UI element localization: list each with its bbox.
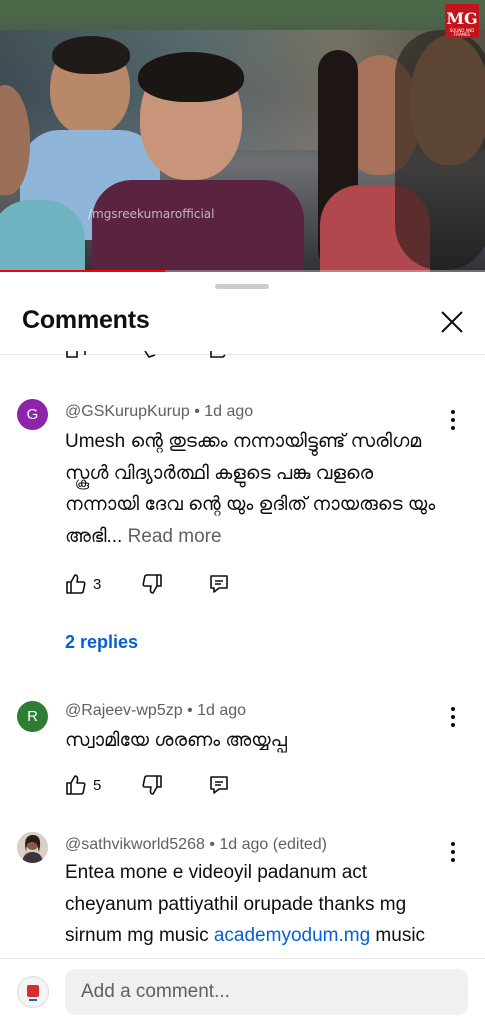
comment-meta: @Rajeev-wp5zp • 1d ago — [65, 702, 246, 720]
video-figure — [92, 180, 304, 272]
avatar[interactable] — [17, 832, 48, 863]
dislike-button[interactable] — [141, 772, 163, 798]
previous-comment-actions — [65, 350, 235, 362]
view-replies-link[interactable]: 2 replies — [65, 632, 138, 653]
profile-photo-icon — [17, 832, 48, 863]
reply-button[interactable] — [208, 772, 230, 798]
profile-avatar-icon — [19, 978, 47, 1006]
comment-text: Umesh ന്റെ തുടക്കം നന്നായിട്ടുണ്ട് സരിഗമ… — [65, 426, 450, 552]
video-figure — [395, 30, 485, 270]
like-button[interactable]: 3 — [65, 571, 101, 597]
close-icon — [441, 311, 463, 333]
comments-sheet: Comments G @GSKurupKurup • 1d ago Umesh … — [0, 272, 485, 1024]
add-comment-input[interactable]: Add a comment... — [65, 969, 468, 1015]
add-comment-bar: Add a comment... — [0, 958, 485, 1024]
channel-logo-text: MG — [446, 9, 478, 28]
avatar[interactable]: R — [17, 701, 48, 732]
video-figure — [0, 200, 85, 272]
reply-button[interactable] — [208, 571, 230, 597]
avatar-letter: G — [26, 406, 39, 423]
drag-handle[interactable] — [215, 284, 269, 289]
close-button[interactable] — [436, 306, 468, 338]
comment-link[interactable]: academyodum.mg — [214, 925, 370, 946]
channel-logo-tagline: SOUND AND FRAMES — [449, 28, 475, 37]
dislike-button[interactable] — [141, 571, 163, 597]
comment-body-tail: music — [370, 925, 426, 946]
comment-author[interactable]: @Rajeev-wp5zp — [65, 702, 183, 719]
comment-body: സ്വാമിയേ ശരണം അയ്യപ്പ — [65, 730, 287, 751]
comment-reply-icon — [210, 575, 228, 593]
comment-time: 1d ago (edited) — [219, 836, 328, 853]
comment-meta: @sathvikworld5268 • 1d ago (edited) — [65, 836, 327, 854]
meta-separator: • — [209, 836, 220, 853]
video-figure — [52, 36, 130, 74]
video-figure — [138, 52, 244, 102]
comment-reply-icon — [210, 776, 228, 794]
meta-separator: • — [194, 403, 205, 420]
thumbs-up-icon — [66, 574, 86, 594]
thumbs-down-icon — [142, 775, 162, 795]
thumbs-up-icon — [66, 775, 86, 795]
comment-author[interactable]: @sathvikworld5268 — [65, 836, 205, 853]
my-avatar[interactable] — [17, 976, 49, 1008]
channel-logo: MG SOUND AND FRAMES — [445, 4, 479, 38]
video-watermark: /mgsreekumarofficial — [88, 207, 215, 221]
comment-actions: 3 — [65, 571, 245, 597]
comment-author[interactable]: @GSKurupKurup — [65, 403, 190, 420]
like-count: 3 — [93, 575, 102, 593]
comment-time: 1d ago — [204, 403, 254, 420]
comment-text: സ്വാമിയേ ശരണം അയ്യപ്പ — [65, 725, 450, 757]
avatar-letter: R — [27, 708, 38, 725]
video-player[interactable]: /mgsreekumarofficial MG SOUND AND FRAMES — [0, 0, 485, 272]
like-icon — [66, 350, 226, 358]
comment-meta: @GSKurupKurup • 1d ago — [65, 403, 253, 421]
avatar[interactable]: G — [17, 399, 48, 430]
like-button[interactable]: 5 — [65, 772, 101, 798]
sheet-title: Comments — [22, 306, 150, 334]
like-count: 5 — [93, 776, 102, 794]
read-more-link[interactable]: Read more — [128, 526, 222, 547]
comment-body: Umesh ന്റെ തുടക്കം നന്നായിട്ടുണ്ട് സരിഗമ… — [65, 431, 436, 547]
thumbs-down-icon — [142, 574, 162, 594]
comment-time: 1d ago — [197, 702, 247, 719]
meta-separator: • — [187, 702, 198, 719]
comment-actions: 5 — [65, 772, 245, 798]
